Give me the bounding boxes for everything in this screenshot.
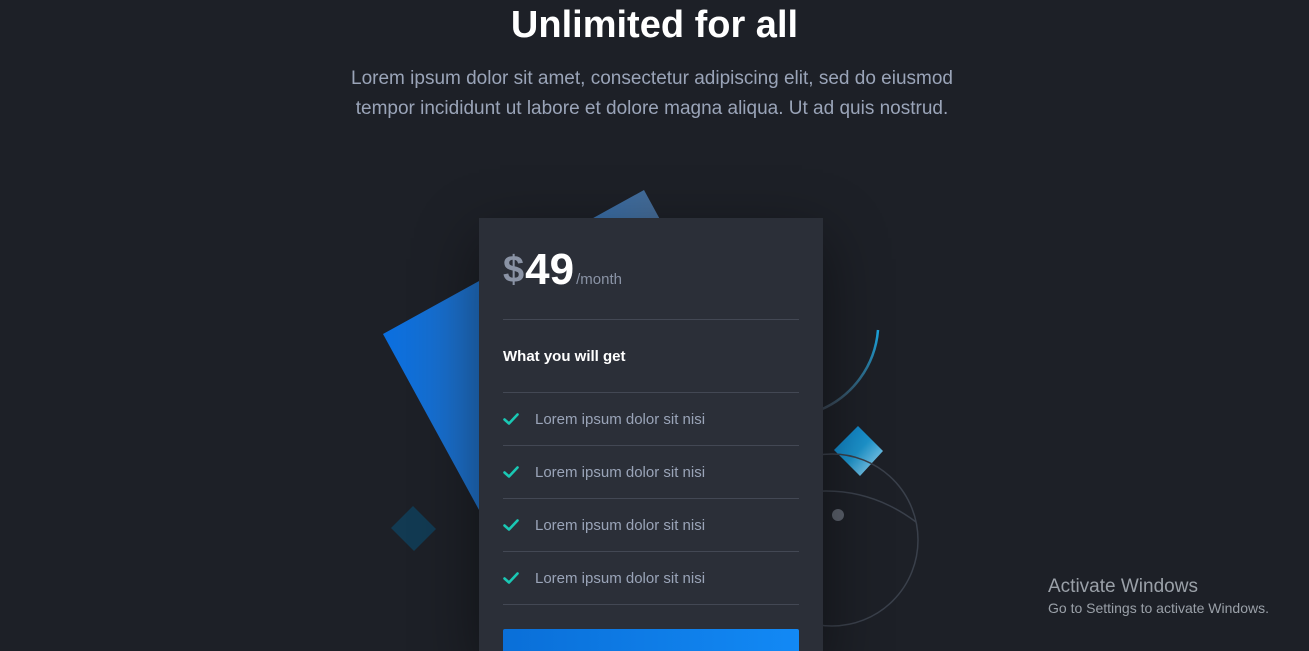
dot-shape	[832, 509, 844, 521]
check-icon	[503, 413, 519, 425]
feature-item: Lorem ipsum dolor sit nisi	[503, 552, 799, 605]
feature-item: Lorem ipsum dolor sit nisi	[503, 499, 799, 552]
watermark-subtitle: Go to Settings to activate Windows.	[1048, 600, 1269, 616]
price-row: $ 49 /month	[503, 218, 799, 320]
price-amount: 49	[525, 244, 575, 294]
activate-windows-watermark: Activate Windows Go to Settings to activ…	[1048, 575, 1269, 618]
pricing-page: Unlimited for all Lorem ipsum dolor sit …	[0, 0, 1309, 651]
feature-label: Lorem ipsum dolor sit nisi	[535, 410, 706, 428]
get-started-button[interactable]	[503, 629, 799, 651]
check-icon	[503, 519, 519, 531]
feature-label: Lorem ipsum dolor sit nisi	[535, 516, 706, 534]
pricing-card: $ 49 /month What you will get Lorem ipsu…	[479, 218, 823, 651]
features-heading: What you will get	[503, 320, 799, 393]
watermark-title: Activate Windows	[1048, 576, 1198, 597]
feature-label: Lorem ipsum dolor sit nisi	[535, 569, 706, 587]
small-square-shape	[391, 506, 436, 551]
arc-shape	[819, 329, 880, 412]
currency-symbol: $	[503, 248, 525, 291]
diamond-shape	[834, 426, 883, 476]
price-period: /month	[576, 271, 622, 288]
feature-item: Lorem ipsum dolor sit nisi	[503, 393, 799, 446]
feature-label: Lorem ipsum dolor sit nisi	[535, 463, 706, 481]
check-icon	[503, 572, 519, 584]
feature-item: Lorem ipsum dolor sit nisi	[503, 446, 799, 499]
check-icon	[503, 466, 519, 478]
